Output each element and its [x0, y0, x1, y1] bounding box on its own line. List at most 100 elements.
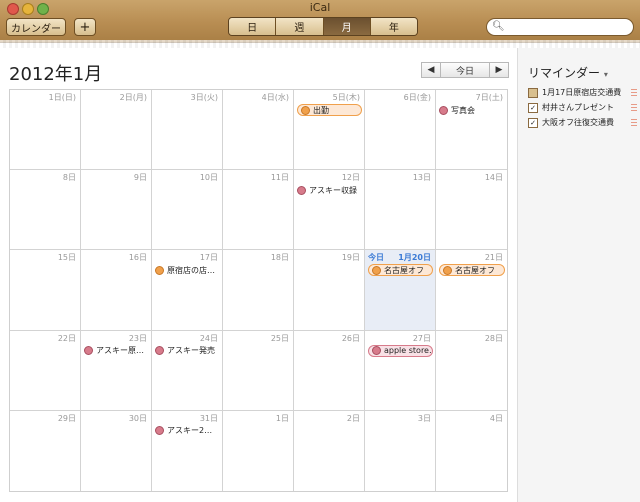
day-cell[interactable]: 23日アスキー原… [81, 330, 152, 411]
day-cell[interactable]: 14日 [436, 170, 507, 251]
day-number: 3日 [417, 413, 431, 423]
calendar-event[interactable]: アスキー収録 [297, 184, 362, 196]
day-number: 2日 [346, 413, 360, 423]
today-button[interactable]: 今日 [441, 62, 489, 78]
day-cell[interactable]: 4日 [436, 411, 507, 491]
day-cell[interactable]: 7日(土) 写真会 [436, 90, 507, 171]
calendar-event[interactable]: 名古屋オフ [368, 264, 433, 277]
reminder-text: 1月17日原宿店交通費 [542, 88, 622, 97]
month-grid: 1日(日) 2日(月) 3日(火) 4日(水) 5日(木) 出勤 6日(金) 7日(土) 写真会… [9, 89, 508, 492]
reminder-item[interactable]: 1月17日原宿店交通費 [528, 86, 638, 99]
event-title: apple store… [384, 346, 433, 356]
day-number: 4日 [489, 413, 503, 423]
calendar-color-dot-icon [297, 185, 306, 195]
day-cell[interactable]: 28日 [436, 331, 507, 411]
day-cell[interactable]: 10日 [152, 170, 223, 251]
day-cell[interactable]: 3日 [365, 410, 436, 491]
day-cell[interactable]: 24日 アスキー発売 [152, 330, 223, 411]
reminder-item[interactable]: ✓ 村井さんプレゼント [528, 101, 638, 114]
day-cell[interactable]: 5日(木) 出勤 [294, 90, 365, 171]
reminder-item[interactable]: ✓ 大阪オフ往復交通費 [528, 116, 638, 129]
day-cell[interactable]: 15日 [10, 250, 81, 331]
day-cell[interactable]: 11日 [223, 170, 294, 251]
day-cell[interactable]: 12日アスキー収録 [294, 170, 365, 251]
day-number: 15日 [57, 253, 76, 263]
calendar-color-dot-icon [372, 346, 381, 356]
day-number: 21日 [484, 253, 503, 263]
calendar-event[interactable]: 原宿店の店… [155, 264, 220, 276]
day-cell[interactable]: 19日 [294, 250, 365, 331]
reminder-checkbox[interactable]: ✓ [528, 102, 538, 113]
reminders-panel: リマインダー ▾ 1月17日原宿店交通費 ✓ 村井さんプレゼント ✓ 大阪オフ往復交通費 [517, 48, 640, 502]
day-number: 28日 [484, 333, 503, 343]
view-year-button[interactable]: 年 [370, 18, 417, 35]
search-field[interactable]: 🔍︎ [486, 18, 634, 36]
calendar-event[interactable]: 出勤 [297, 104, 362, 116]
leather-stitch-divider [0, 40, 640, 48]
calendar-event[interactable]: アスキー原… [84, 345, 149, 357]
add-event-button[interactable]: + [74, 18, 96, 36]
previous-month-button[interactable]: ◀ [421, 62, 441, 78]
reminder-checkbox[interactable]: ✓ [528, 117, 538, 128]
next-month-button[interactable]: ▶ [489, 62, 509, 78]
reminders-title-text: リマインダー [528, 66, 601, 80]
day-cell[interactable]: 31日アスキー2… [152, 410, 223, 491]
calendars-button[interactable]: カレンダー [6, 18, 66, 36]
day-number: 27日 [412, 333, 431, 343]
day-number: 16日 [128, 253, 147, 263]
reminder-checkbox[interactable] [528, 87, 538, 98]
view-day-button[interactable]: 日 [229, 18, 277, 35]
calendar-event[interactable]: apple store… [368, 344, 433, 357]
event-title: アスキー収録 [309, 185, 357, 195]
reminders-title[interactable]: リマインダー ▾ [528, 64, 608, 81]
event-title: 名古屋オフ [455, 265, 495, 275]
toolbar: iCal カレンダー + 日 週 月 年 🔍︎ [0, 0, 640, 43]
calendar-event[interactable]: 名古屋オフ [439, 264, 505, 277]
event-title: アスキー発売 [167, 346, 215, 356]
day-number: 31日 [199, 413, 218, 423]
day-number: 1日(日) [48, 93, 76, 102]
today-label: 今日 [368, 253, 384, 263]
day-number: 14日 [484, 173, 503, 183]
drag-handle-icon[interactable] [631, 119, 637, 126]
day-cell[interactable]: 6日(金) [365, 90, 436, 171]
day-cell[interactable]: 22日 [10, 330, 81, 411]
day-cell[interactable]: 30日 [81, 410, 152, 491]
drag-handle-icon[interactable] [631, 89, 637, 96]
day-number: 2日(月) [119, 93, 147, 102]
calendar-event[interactable]: アスキー発売 [155, 345, 220, 357]
day-cell[interactable]: 2日 [294, 410, 365, 491]
day-cell[interactable]: 1月20日 今日 名古屋オフ [365, 250, 436, 331]
day-cell[interactable]: 3日(火) [152, 90, 223, 171]
day-cell[interactable]: 29日 [10, 410, 81, 491]
calendar-event[interactable]: アスキー2… [155, 425, 220, 437]
day-cell[interactable]: 25日 [223, 330, 294, 411]
day-cell[interactable]: 8日 [10, 170, 81, 251]
view-week-button[interactable]: 週 [276, 18, 324, 35]
day-cell[interactable]: 9日 [81, 170, 152, 251]
day-number: 1月20日 [398, 253, 431, 263]
day-cell[interactable]: 4日(水) [223, 90, 294, 171]
event-title: 写真会 [451, 105, 475, 115]
calendar-event[interactable]: 写真会 [439, 104, 505, 116]
calendar-color-dot-icon [301, 105, 310, 115]
day-number: 6日(金) [403, 93, 431, 102]
drag-handle-icon[interactable] [631, 104, 637, 111]
event-title: 名古屋オフ [384, 265, 424, 275]
day-cell[interactable]: 27日 apple store… [365, 330, 436, 411]
view-month-button[interactable]: 月 [323, 18, 371, 35]
day-number: 23日 [128, 333, 147, 343]
day-cell[interactable]: 13日 [365, 170, 436, 251]
search-input[interactable] [509, 20, 631, 36]
day-cell[interactable]: 18日 [223, 250, 294, 331]
day-number: 12日 [341, 173, 360, 183]
day-cell[interactable]: 21日名古屋オフ [436, 250, 507, 331]
day-cell[interactable]: 1日(日) [10, 90, 81, 171]
day-cell[interactable]: 26日 [294, 330, 365, 411]
day-cell[interactable]: 17日 原宿店の店… [152, 250, 223, 331]
day-cell[interactable]: 2日(月) [81, 90, 152, 171]
day-cell[interactable]: 16日 [81, 250, 152, 331]
day-number: 13日 [412, 173, 431, 183]
day-cell[interactable]: 1日 [223, 410, 294, 491]
day-number: 25日 [270, 333, 289, 343]
